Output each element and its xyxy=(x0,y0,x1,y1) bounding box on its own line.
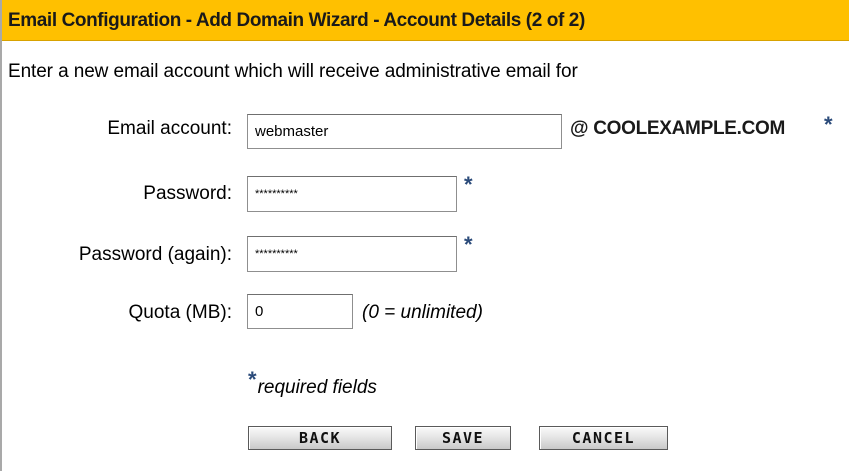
wizard-title-bar: Email Configuration - Add Domain Wizard … xyxy=(2,0,849,41)
back-button[interactable]: BACK xyxy=(248,426,392,450)
quota-input[interactable] xyxy=(247,294,353,329)
required-note-text: required fields xyxy=(257,377,377,398)
password-again-input[interactable] xyxy=(247,236,457,272)
email-domain-suffix: @ COOLEXAMPLE.COM xyxy=(570,118,786,139)
cancel-button[interactable]: CANCEL xyxy=(539,426,668,450)
password-again-required-marker: * xyxy=(464,232,473,257)
email-account-input[interactable] xyxy=(247,114,562,149)
password-required-marker: * xyxy=(464,172,473,197)
intro-text: Enter a new email account which will rec… xyxy=(8,61,578,82)
email-required-marker: * xyxy=(824,112,833,137)
password-label: Password: xyxy=(143,183,232,204)
quota-hint: (0 = unlimited) xyxy=(362,302,483,323)
save-button[interactable]: SAVE xyxy=(415,426,511,450)
quota-label: Quota (MB): xyxy=(128,302,232,323)
required-fields-note: *required fields xyxy=(248,369,377,399)
wizard-title: Email Configuration - Add Domain Wizard … xyxy=(8,10,585,31)
email-account-label: Email account: xyxy=(107,118,232,139)
wizard-panel: Email Configuration - Add Domain Wizard … xyxy=(0,0,849,471)
required-note-marker: * xyxy=(248,367,257,392)
password-again-label: Password (again): xyxy=(78,244,232,265)
password-input[interactable] xyxy=(247,176,457,212)
